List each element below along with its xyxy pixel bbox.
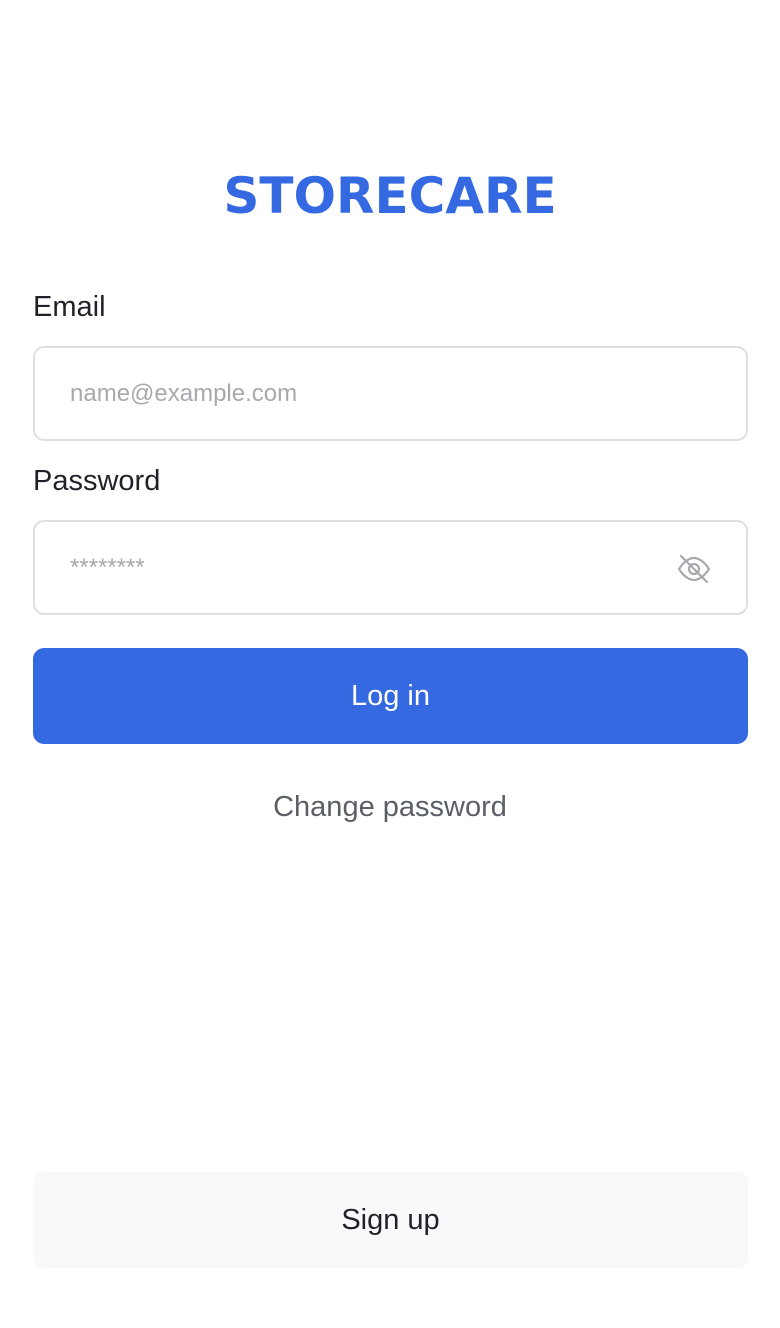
password-field-container	[33, 520, 748, 615]
signup-button[interactable]: Sign up	[33, 1172, 748, 1268]
change-password-link[interactable]: Change password	[0, 789, 780, 825]
login-button[interactable]: Log in	[33, 648, 748, 744]
email-field-container	[33, 346, 748, 441]
email-input[interactable]	[35, 348, 746, 439]
password-input[interactable]	[35, 522, 746, 613]
email-label: Email	[33, 291, 106, 323]
storecare-logo: STORECARE	[223, 167, 557, 225]
login-page: STORECARE Email Password Log in Change p…	[0, 0, 780, 1328]
eye-off-icon[interactable]	[676, 553, 712, 585]
password-label: Password	[33, 465, 161, 497]
